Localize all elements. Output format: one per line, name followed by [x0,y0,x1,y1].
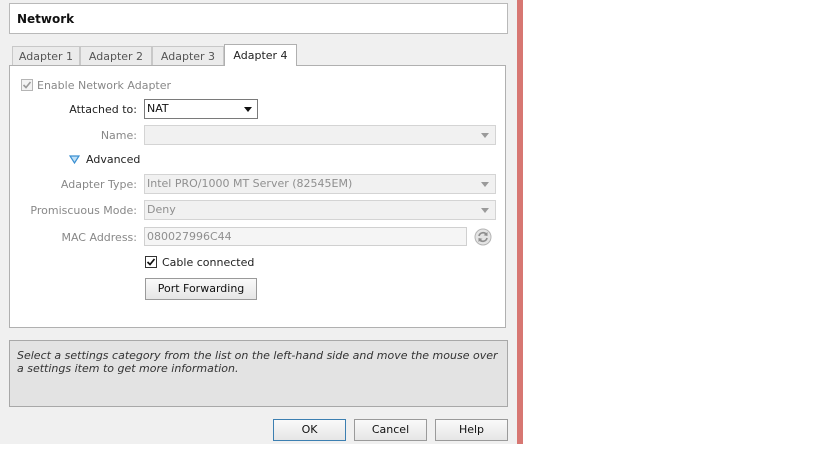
page-title: Network [17,12,75,26]
promiscuous-mode-label: Promiscuous Mode: [30,204,137,217]
advanced-toggle[interactable]: Advanced [69,153,149,167]
name-label: Name: [100,129,137,142]
tab-adapter-1[interactable]: Adapter 1 [12,46,80,65]
adapter-type-select[interactable]: Intel PRO/1000 MT Server (82545EM) [144,174,496,194]
window-border [517,0,523,444]
attached-to-label: Attached to: [69,103,137,116]
promiscuous-mode-value: Deny [147,203,176,216]
chevron-down-icon [244,107,252,112]
adapter-type-label: Adapter Type: [60,178,137,191]
refresh-mac-button[interactable] [474,228,492,246]
refresh-icon [474,228,492,246]
chevron-down-icon [481,182,489,187]
mac-address-value: 080027996C44 [147,230,232,243]
cable-connected-label: Cable connected [162,256,255,269]
name-select[interactable] [144,125,496,145]
adapter-type-value: Intel PRO/1000 MT Server (82545EM) [147,177,353,190]
chevron-down-icon [481,133,489,138]
mac-address-field[interactable]: 080027996C44 [144,227,467,246]
section-header: Network [9,3,508,34]
cable-connected-checkbox[interactable] [145,256,157,268]
enable-adapter-label: Enable Network Adapter [37,79,172,92]
port-forwarding-button[interactable]: Port Forwarding [145,278,257,300]
tab-adapter-3[interactable]: Adapter 3 [152,46,224,65]
attached-to-value: NAT [147,102,169,115]
triangle-down-icon [69,155,80,164]
network-settings-dialog: Network Adapter 1 Adapter 2 Adapter 3 Ad… [0,0,517,444]
tab-adapter-2[interactable]: Adapter 2 [80,46,152,65]
checkmark-icon [146,258,156,266]
tab-adapter-4[interactable]: Adapter 4 [224,44,297,66]
checkmark-icon [22,81,32,89]
advanced-label: Advanced [86,153,141,166]
ok-button[interactable]: OK [273,419,346,441]
help-button[interactable]: Help [435,419,508,441]
promiscuous-mode-select[interactable]: Deny [144,200,496,220]
enable-adapter-checkbox[interactable] [21,79,33,91]
info-text: Select a settings category from the list… [9,340,508,407]
chevron-down-icon [481,208,489,213]
cancel-button[interactable]: Cancel [354,419,427,441]
mac-address-label: MAC Address: [61,231,137,244]
attached-to-select[interactable]: NAT [144,99,258,119]
